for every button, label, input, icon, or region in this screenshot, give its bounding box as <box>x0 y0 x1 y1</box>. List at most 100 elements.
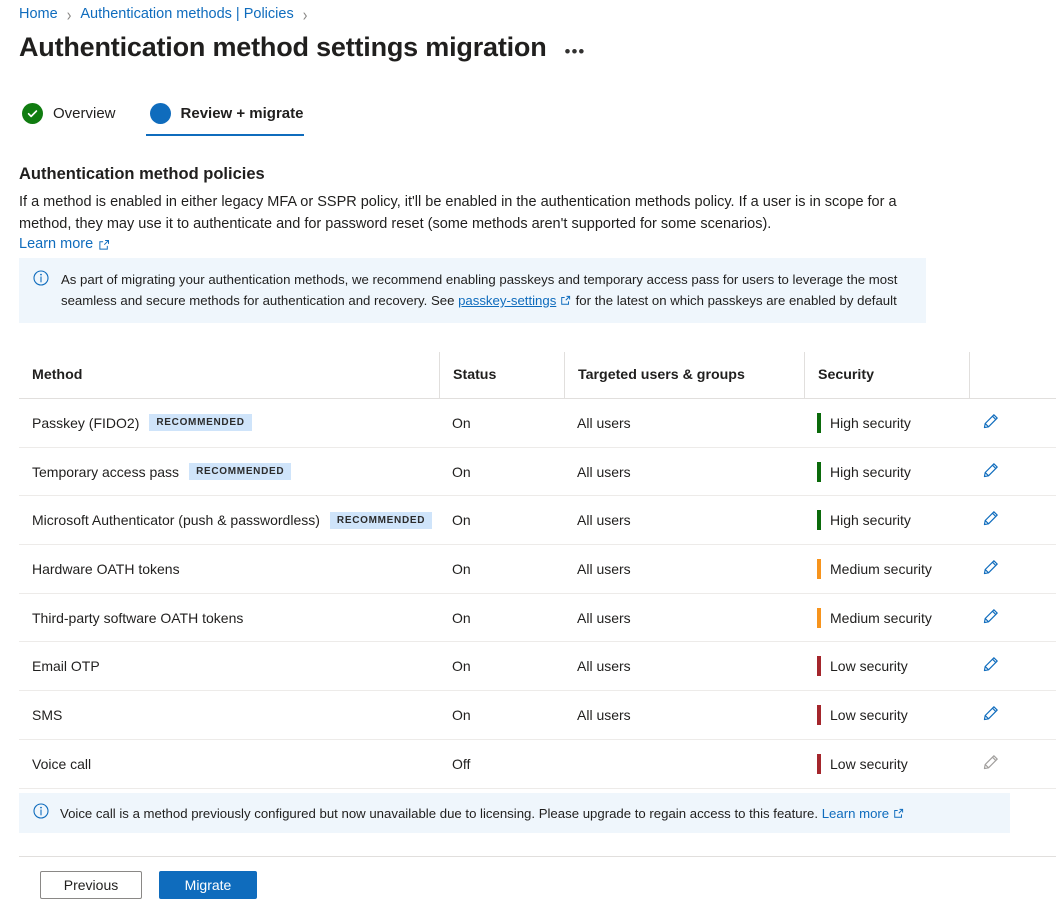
cell-status: On <box>439 642 564 690</box>
section-description: If a method is enabled in either legacy … <box>19 191 917 235</box>
external-link-icon-bottom <box>893 807 905 819</box>
info-circle-icon <box>33 270 49 291</box>
table-row: Microsoft Authenticator (push & password… <box>19 496 1056 545</box>
cell-security: Medium security <box>804 545 969 593</box>
check-circle-icon <box>22 103 43 124</box>
migration-page: Home › Authentication methods | Policies… <box>0 0 1056 912</box>
chevron-right-icon: › <box>67 5 72 23</box>
wizard-footer: Previous Migrate <box>40 871 257 899</box>
security-level-bar <box>817 413 821 433</box>
voice-call-learn-more-link[interactable]: Learn more <box>822 806 889 821</box>
method-name: Hardware OATH tokens <box>32 561 180 577</box>
column-header-status: Status <box>439 352 564 398</box>
breadcrumb-item-home[interactable]: Home <box>19 6 58 22</box>
cell-targeted-users: All users <box>564 399 804 447</box>
security-label: High security <box>830 512 911 528</box>
edit-pencil-icon[interactable] <box>982 608 999 628</box>
cell-targeted-users: All users <box>564 594 804 642</box>
cell-security: Low security <box>804 642 969 690</box>
security-label: Medium security <box>830 610 932 626</box>
security-level-bar <box>817 510 821 530</box>
learn-more-label: Learn more <box>19 236 93 252</box>
security-level-bar <box>817 462 821 482</box>
security-level-bar <box>817 754 821 774</box>
cell-method: Email OTP <box>19 642 439 690</box>
cell-status: On <box>439 594 564 642</box>
cell-status: On <box>439 545 564 593</box>
filled-circle-icon <box>150 103 171 124</box>
info-circle-icon-bottom <box>33 803 49 824</box>
recommended-badge: RECOMMENDED <box>149 414 251 431</box>
edit-pencil-icon[interactable] <box>982 510 999 530</box>
method-name: Email OTP <box>32 658 100 674</box>
method-name: Microsoft Authenticator (push & password… <box>32 512 320 528</box>
tab-overview-label: Overview <box>53 105 116 122</box>
edit-pencil-icon[interactable] <box>982 559 999 579</box>
edit-pencil-icon[interactable] <box>982 413 999 433</box>
cell-targeted-users: All users <box>564 691 804 739</box>
previous-button[interactable]: Previous <box>40 871 142 899</box>
cell-security: High security <box>804 496 969 544</box>
cell-edit <box>969 448 1056 496</box>
tab-overview[interactable]: Overview <box>18 99 130 136</box>
breadcrumb-item-authentication-methods-policies[interactable]: Authentication methods | Policies <box>80 6 293 22</box>
voice-call-licensing-banner: Voice call is a method previously config… <box>19 793 1010 833</box>
method-name: SMS <box>32 707 62 723</box>
cell-method: Voice call <box>19 740 439 788</box>
method-name: Passkey (FIDO2) <box>32 415 139 431</box>
security-label: Low security <box>830 756 908 772</box>
method-name: Third-party software OATH tokens <box>32 610 243 626</box>
security-label: High security <box>830 464 911 480</box>
cell-edit <box>969 642 1056 690</box>
cell-security: Low security <box>804 691 969 739</box>
security-level-bar <box>817 608 821 628</box>
column-header-method: Method <box>19 352 439 398</box>
edit-pencil-icon <box>982 754 999 774</box>
cell-targeted-users: All users <box>564 496 804 544</box>
edit-pencil-icon[interactable] <box>982 462 999 482</box>
cell-status: On <box>439 399 564 447</box>
external-link-icon <box>98 239 110 251</box>
recommended-badge: RECOMMENDED <box>189 463 291 480</box>
passkey-recommendation-banner: As part of migrating your authentication… <box>19 258 926 323</box>
security-level-bar <box>817 559 821 579</box>
table-row: Temporary access pass RECOMMENDED OnAll us… <box>19 448 1056 497</box>
table-header-row: Method Status Targeted users & groups Se… <box>19 352 1056 399</box>
cell-method: SMS <box>19 691 439 739</box>
security-label: Low security <box>830 707 908 723</box>
tab-review-migrate[interactable]: Review + migrate <box>146 99 318 136</box>
security-label: High security <box>830 415 911 431</box>
cell-edit <box>969 496 1056 544</box>
cell-targeted-users: All users <box>564 448 804 496</box>
passkey-settings-link[interactable]: passkey-settings <box>458 293 556 308</box>
cell-method: Passkey (FIDO2) RECOMMENDED <box>19 399 439 447</box>
security-level-bar <box>817 656 821 676</box>
learn-more-link[interactable]: Learn more <box>19 236 110 252</box>
cell-method: Microsoft Authenticator (push & password… <box>19 496 439 544</box>
cell-targeted-users: All users <box>564 545 804 593</box>
method-name: Temporary access pass <box>32 464 179 480</box>
voice-call-banner-text: Voice call is a method previously config… <box>60 806 905 821</box>
more-options-icon[interactable]: ••• <box>561 41 590 62</box>
table-row: Voice callOff Low security <box>19 740 1056 789</box>
wizard-tabs: Overview Review + migrate <box>18 99 318 136</box>
cell-security: Medium security <box>804 594 969 642</box>
tab-review-migrate-label: Review + migrate <box>181 105 304 122</box>
cell-targeted-users <box>564 740 804 788</box>
migrate-button[interactable]: Migrate <box>159 871 257 899</box>
cell-security: Low security <box>804 740 969 788</box>
chevron-right-icon-2: › <box>303 5 308 23</box>
cell-method: Temporary access pass RECOMMENDED <box>19 448 439 496</box>
cell-edit <box>969 691 1056 739</box>
cell-status: On <box>439 691 564 739</box>
cell-status: On <box>439 448 564 496</box>
edit-pencil-icon[interactable] <box>982 656 999 676</box>
breadcrumb: Home › Authentication methods | Policies… <box>19 6 307 22</box>
edit-pencil-icon[interactable] <box>982 705 999 725</box>
footer-divider <box>19 856 1056 857</box>
cell-edit <box>969 399 1056 447</box>
cell-status: Off <box>439 740 564 788</box>
table-row: Passkey (FIDO2) RECOMMENDED OnAll users Hig… <box>19 399 1056 448</box>
banner-text-after: for the latest on which passkeys are ena… <box>576 293 897 308</box>
passkey-recommendation-text: As part of migrating your authentication… <box>61 269 912 311</box>
